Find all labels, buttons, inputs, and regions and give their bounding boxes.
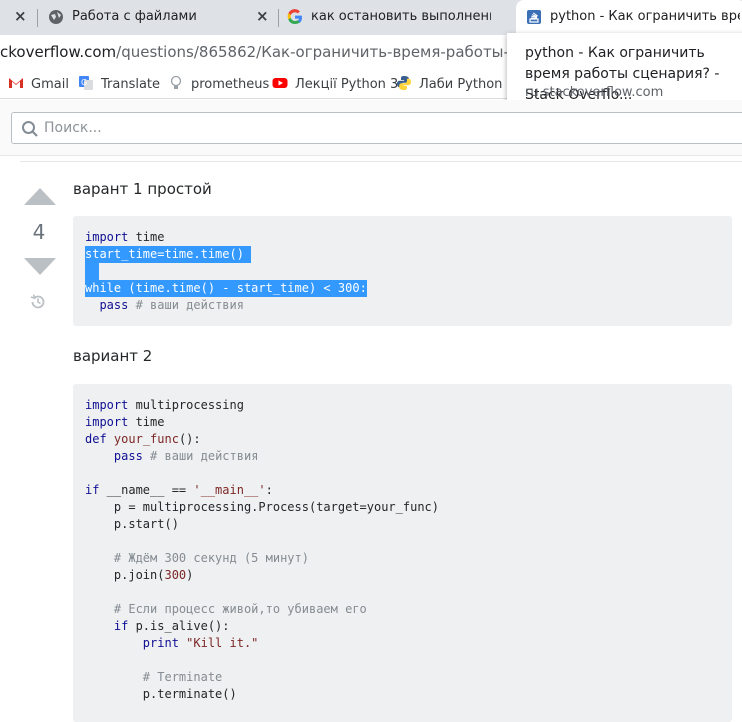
tab-google-search[interactable]: как остановить выполнение бе [279,0,516,35]
code-line: import time [85,230,165,244]
upvote-button[interactable] [24,186,56,206]
code-line-selected [85,263,100,280]
tab-title: python - Как ограничить время [550,9,740,24]
bookmark-labs[interactable]: Лаби Python 3 [396,75,515,92]
gmail-icon [9,78,23,88]
search-box[interactable] [11,112,742,144]
url-text[interactable]: ckoverflow.com/questions/865862/Как-огра… [0,43,584,61]
vote-count: 4 [32,220,46,244]
code-line: # Terminate [142,670,223,684]
code-line: import time [85,415,165,429]
code-block-2[interactable]: import multiprocessing import time def y… [73,384,732,722]
bookmark-label: Лаби Python 3 [419,77,515,92]
code-line-selected: while (time.time() - start_time) < 300: [85,280,367,297]
close-icon[interactable]: × [14,7,27,25]
downvote-button[interactable] [24,257,56,277]
url-domain: ckoverflow.com [0,43,117,61]
tab-title: как остановить выполнение бе [311,9,491,24]
history-icon[interactable] [29,293,47,311]
code-line: if p.is_alive(): [113,619,230,633]
tab-files[interactable]: Работа с файлами × [38,0,278,35]
code-line: p.start() [85,517,179,531]
variant1-heading: варант 1 простой [73,180,212,198]
code-line: # Ждём 300 секунд (5 минут) [113,551,309,565]
search-icon [22,121,38,137]
hover-card-url: ru.stackoverflow.com [525,85,664,100]
variant2-heading: вариант 2 [73,347,153,365]
answer-divider [20,161,742,162]
python-icon [397,76,411,90]
tab-stackoverflow[interactable]: python - Как ограничить время [516,0,742,35]
tab-partial[interactable]: × [0,0,38,35]
bookmark-label: Translate [101,77,161,92]
close-icon[interactable]: × [256,7,269,25]
bookmark-gmail[interactable]: Gmail [8,75,69,92]
bookmark-translate[interactable]: G Translate [78,75,160,92]
code-line: p = multiprocessing.Process(target=your_… [85,500,440,514]
bookmark-lectures[interactable]: Лекції Python 3 [272,75,398,92]
code-line: print "Kill it." [142,636,259,650]
bookmark-label: Gmail [31,77,69,92]
lightbulb-icon [170,75,182,89]
code-block-1[interactable]: import time start_time=time.time() while… [73,216,732,326]
code-line: import multiprocessing [85,398,244,412]
bookmark-label: prometheus [191,77,270,92]
site-header [0,100,742,156]
bookmark-label: Лекції Python 3 [295,77,399,92]
tab-title: Работа с файлами [72,9,197,24]
youtube-icon [272,78,288,88]
code-line: pass # ваши действия [113,449,259,463]
code-line: p.join(300) [85,568,194,582]
svg-text:G: G [81,78,87,87]
code-line-selected: start_time=time.time() [85,246,252,263]
code-line: pass # ваши действия [99,298,244,312]
tab-strip: × Работа с файлами × как остановить выпо… [0,0,742,35]
search-input[interactable] [44,116,724,140]
bookmark-prometheus[interactable]: prometheus [168,75,269,92]
code-line: def your_func(): [85,432,201,446]
globe-icon [49,10,63,24]
google-icon [287,9,302,25]
translate-icon: G [79,76,93,90]
stackoverflow-icon [527,10,541,24]
code-line: p.terminate() [85,687,237,701]
code-line: if __name__ == '__main__': [85,483,273,497]
code-line: # Если процесс живой,то убиваем его [113,602,367,616]
